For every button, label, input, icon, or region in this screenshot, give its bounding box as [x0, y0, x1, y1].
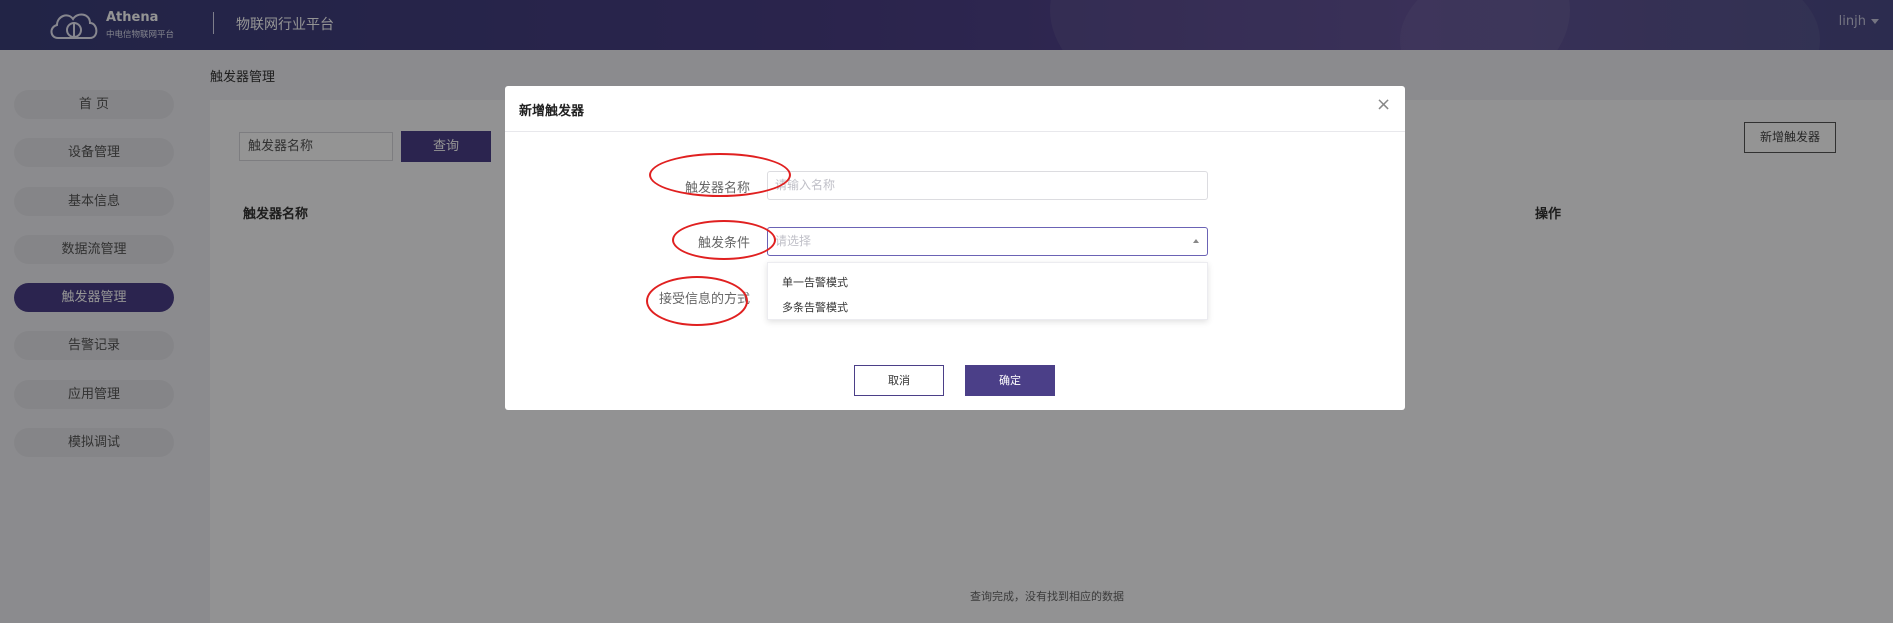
annotation-ring-receive: [646, 276, 748, 326]
cancel-button[interactable]: 取消: [854, 365, 944, 396]
dropdown-option-single-alarm[interactable]: 单一告警模式: [782, 274, 848, 290]
condition-select-placeholder: 请选择: [775, 234, 812, 248]
annotation-ring-condition: [672, 220, 776, 260]
dialog-title: 新增触发器: [519, 104, 585, 119]
dialog-divider: [505, 131, 1405, 132]
confirm-button[interactable]: 确定: [965, 365, 1055, 396]
close-icon[interactable]: ×: [1376, 96, 1391, 114]
dropdown-option-multi-alarm[interactable]: 多条告警模式: [782, 299, 848, 315]
annotation-ring-name: [649, 153, 791, 197]
add-trigger-dialog: 新增触发器 × 触发器名称 请输入名称 触发条件 请选择 接受信息的方式 单一告…: [505, 86, 1405, 410]
condition-dropdown: 单一告警模式 多条告警模式: [767, 262, 1208, 320]
trigger-name-input[interactable]: 请输入名称: [767, 171, 1208, 200]
trigger-condition-select[interactable]: 请选择: [767, 227, 1208, 256]
caret-up-icon: [1193, 239, 1199, 243]
